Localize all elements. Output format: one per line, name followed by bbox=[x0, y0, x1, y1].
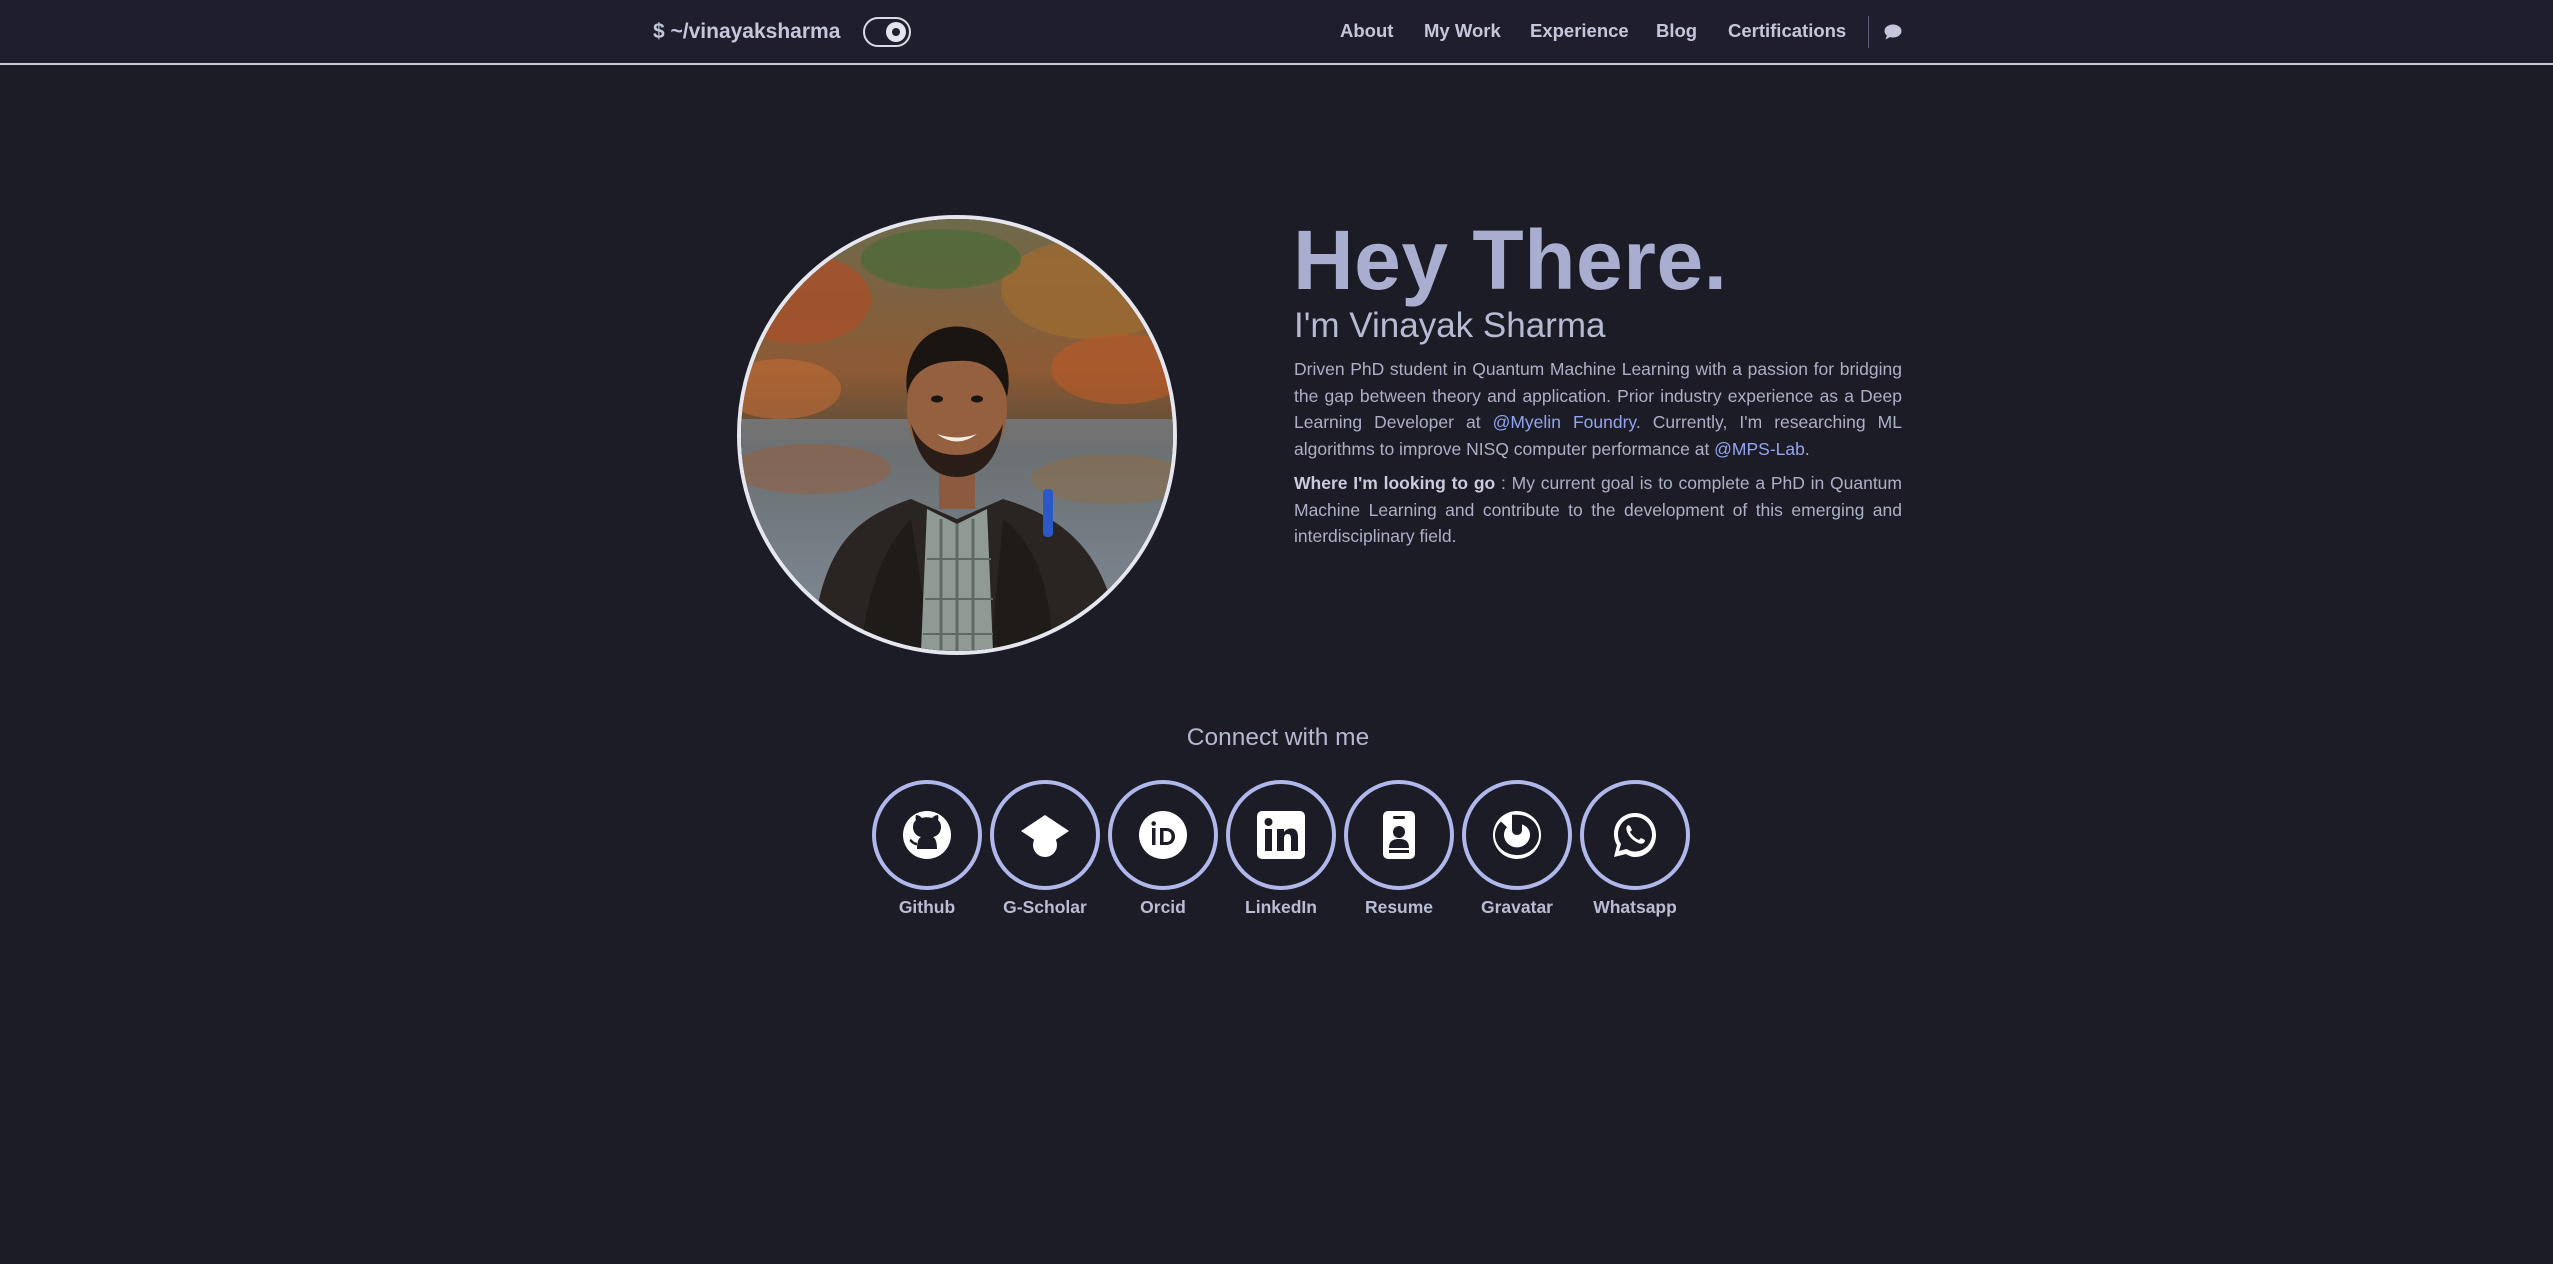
id-badge-icon bbox=[1383, 811, 1415, 859]
orcid-icon bbox=[1139, 811, 1187, 859]
nav-link-about[interactable]: About bbox=[1340, 20, 1393, 42]
navbar: $ ~/vinayaksharma About My Work Experien… bbox=[0, 0, 2553, 65]
chat-bubble-icon[interactable] bbox=[1884, 24, 1902, 40]
social-link-resume[interactable]: Resume bbox=[1344, 780, 1454, 920]
nav-link-experience[interactable]: Experience bbox=[1530, 20, 1629, 42]
nav-link-blog[interactable]: Blog bbox=[1656, 20, 1697, 42]
link-myelin-foundry[interactable]: @Myelin Foundry bbox=[1493, 412, 1636, 432]
theme-toggle-icon bbox=[886, 22, 906, 42]
connect-title: Connect with me bbox=[1186, 724, 1370, 751]
hero-name: I'm Vinayak Sharma bbox=[1294, 306, 1606, 345]
profile-photo bbox=[737, 215, 1177, 655]
social-label: Whatsapp bbox=[1593, 897, 1677, 917]
social-link-whatsapp[interactable]: Whatsapp bbox=[1580, 780, 1690, 920]
bio-text-3: . bbox=[1804, 438, 1810, 459]
social-ring bbox=[1462, 780, 1572, 890]
whatsapp-icon bbox=[1614, 813, 1656, 857]
theme-toggle[interactable] bbox=[863, 17, 911, 47]
nav-divider bbox=[1868, 16, 1869, 48]
hero-bio: Driven PhD student in Quantum Machine Le… bbox=[1294, 356, 1902, 462]
linkedin-icon bbox=[1257, 811, 1305, 859]
social-ring bbox=[1344, 780, 1454, 890]
social-link-g-scholar[interactable]: G-Scholar bbox=[990, 780, 1100, 920]
social-ring bbox=[1580, 780, 1690, 890]
social-link-gravatar[interactable]: Gravatar bbox=[1462, 780, 1572, 920]
gravatar-icon bbox=[1493, 811, 1541, 859]
social-link-github[interactable]: Github bbox=[872, 780, 982, 920]
social-link-linkedin[interactable]: LinkedIn bbox=[1226, 780, 1336, 920]
profile-photo-illustration bbox=[741, 219, 1173, 651]
social-ring bbox=[990, 780, 1100, 890]
social-ring bbox=[1108, 780, 1218, 890]
github-icon bbox=[903, 811, 951, 859]
site-brand[interactable]: $ ~/vinayaksharma bbox=[653, 20, 840, 44]
hero-goal: Where I'm looking to go : My current goa… bbox=[1294, 470, 1902, 550]
social-link-orcid[interactable]: Orcid bbox=[1108, 780, 1218, 920]
graduation-cap-icon bbox=[1021, 815, 1069, 857]
link-mps-lab[interactable]: @MPS-Lab bbox=[1714, 439, 1805, 459]
nav-link-certifications[interactable]: Certifications bbox=[1728, 20, 1846, 42]
goal-label: Where I'm looking to go bbox=[1294, 473, 1496, 493]
social-ring bbox=[872, 780, 982, 890]
social-ring bbox=[1226, 780, 1336, 890]
hero-greeting: Hey There. bbox=[1293, 213, 1728, 307]
nav-link-my-work[interactable]: My Work bbox=[1424, 20, 1501, 42]
